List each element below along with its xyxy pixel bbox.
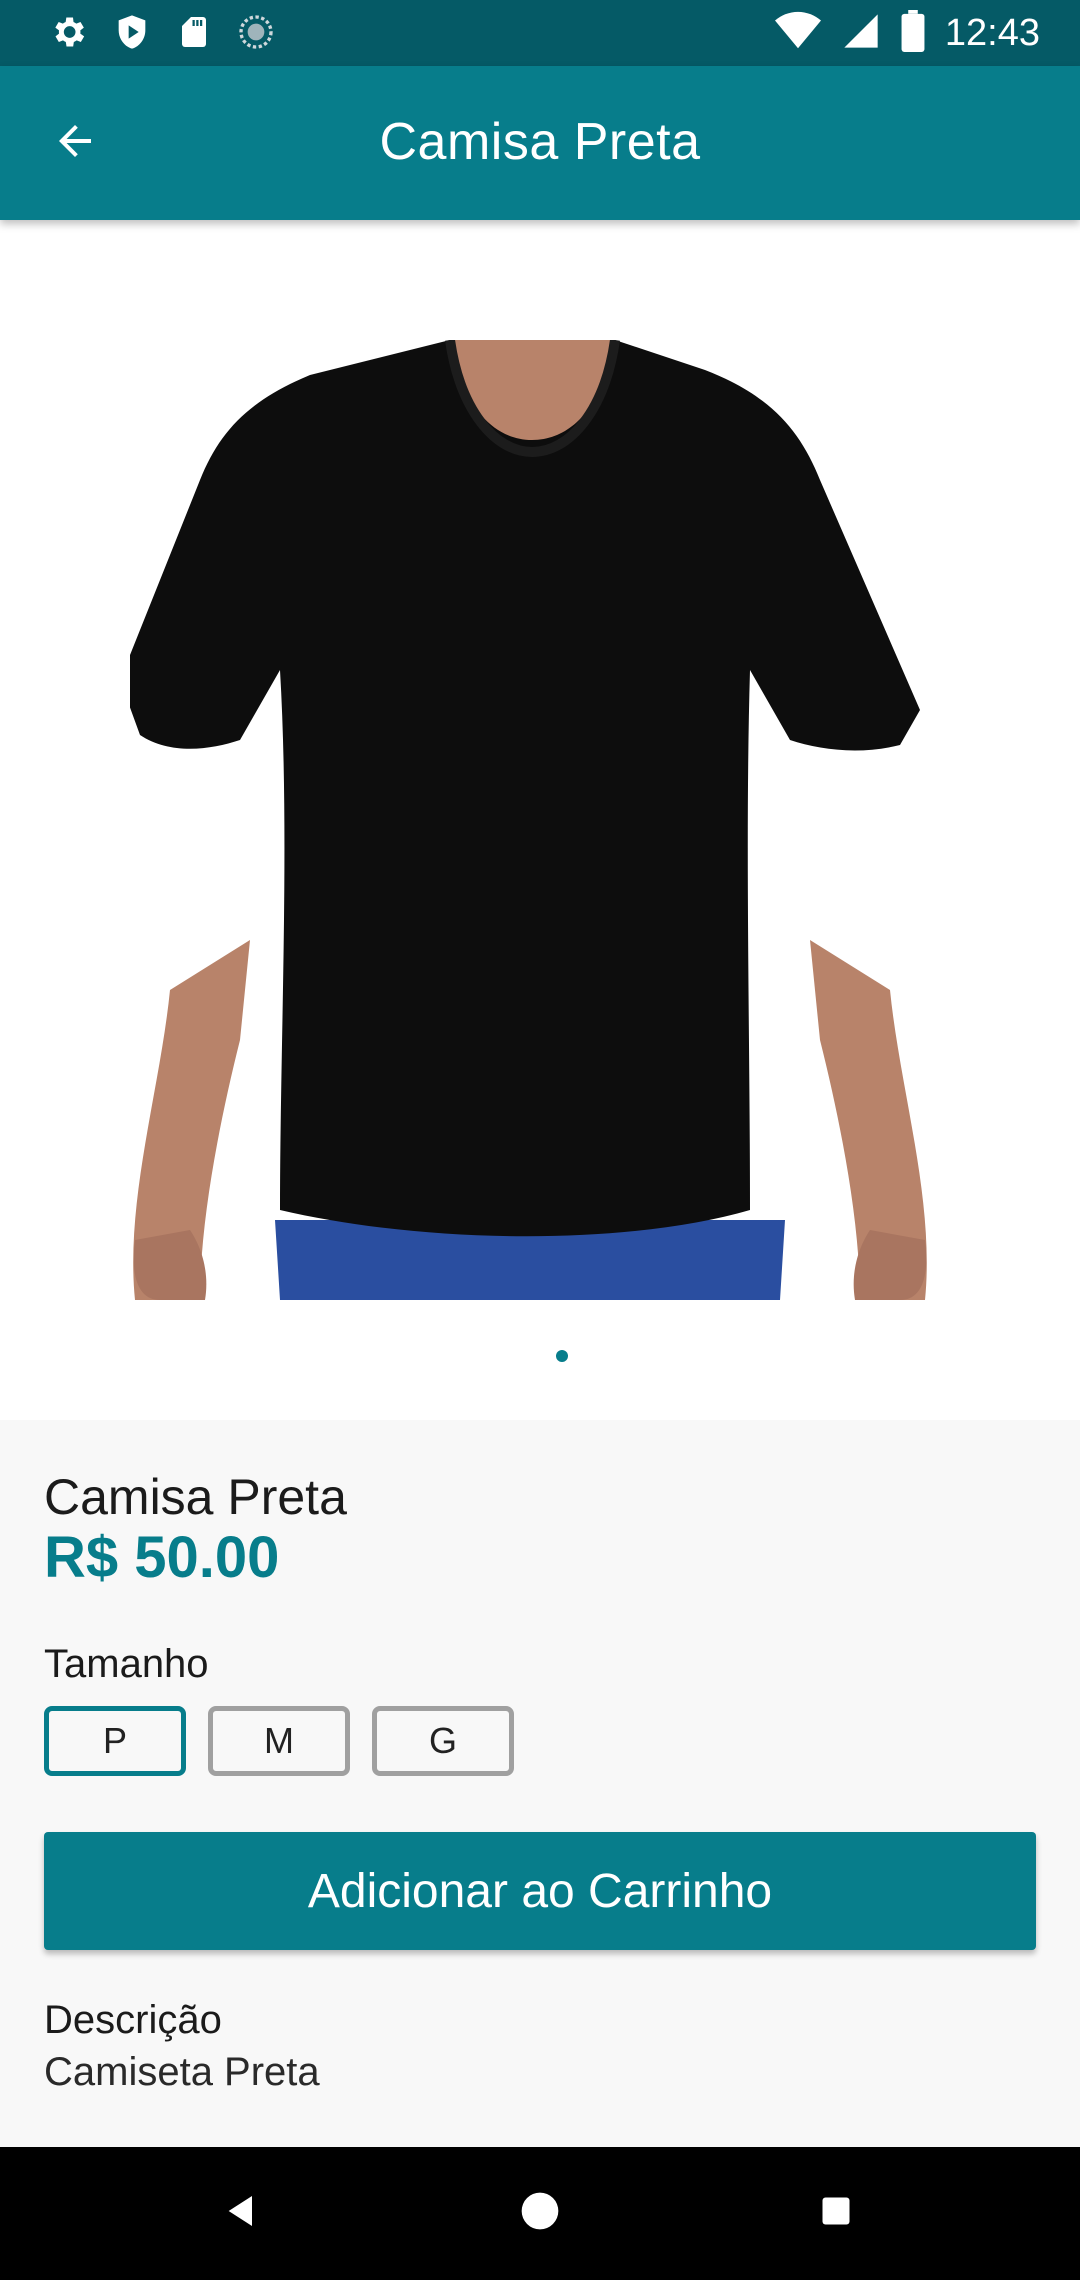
product-gallery[interactable] <box>0 220 1080 1420</box>
product-name: Camisa Preta <box>44 1469 347 1525</box>
product-image <box>120 339 930 1300</box>
battery-icon <box>901 10 925 57</box>
gear-icon <box>48 12 88 57</box>
size-option-p[interactable]: P <box>44 1706 186 1776</box>
sd-card-icon <box>176 12 212 57</box>
app-bar: Camisa Preta <box>0 66 1080 220</box>
nav-recents-button[interactable] <box>808 2185 864 2241</box>
description-text: Camiseta Preta <box>44 2050 320 2094</box>
recents-square-icon <box>818 2193 854 2234</box>
size-option-g[interactable]: G <box>372 1706 514 1776</box>
product-details: Camisa Preta R$ 50.00 Tamanho P M G Adic… <box>0 1420 1080 2147</box>
signal-icon <box>841 11 881 56</box>
status-right-icons: 12:43 <box>774 10 1040 57</box>
wifi-icon <box>774 11 821 56</box>
page-indicator-dot[interactable] <box>556 1350 568 1362</box>
page-title: Camisa Preta <box>379 113 701 171</box>
nav-home-button[interactable] <box>512 2185 568 2241</box>
description-label: Descrição <box>44 1998 222 2042</box>
status-bar: 12:43 <box>0 0 1080 66</box>
navigation-bar <box>0 2147 1080 2280</box>
status-time: 12:43 <box>944 12 1040 54</box>
shield-play-icon <box>112 12 152 57</box>
size-label: Tamanho <box>44 1642 209 1686</box>
product-price: R$ 50.00 <box>44 1525 280 1590</box>
add-to-cart-button[interactable]: Adicionar ao Carrinho <box>44 1832 1036 1950</box>
nav-back-button[interactable] <box>214 2185 270 2241</box>
size-option-m[interactable]: M <box>208 1706 350 1776</box>
status-left-icons <box>48 12 276 57</box>
circle-dots-icon <box>236 12 276 57</box>
size-selector: P M G <box>44 1706 514 1776</box>
back-triangle-icon <box>222 2191 262 2236</box>
home-circle-icon <box>518 2189 562 2238</box>
